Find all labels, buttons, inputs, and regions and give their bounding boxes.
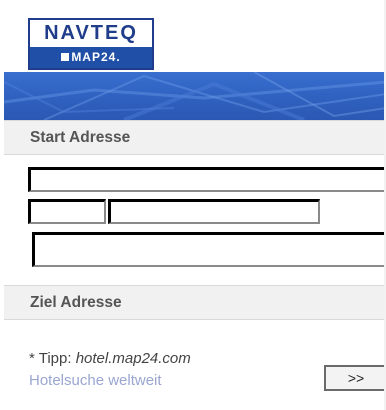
- hotel-search-link[interactable]: Hotelsuche weltweit: [29, 372, 162, 389]
- logo-square-icon: [61, 53, 70, 61]
- start-street-input[interactable]: [28, 167, 386, 192]
- header: NAVTEQ MAP24.: [4, 0, 386, 72]
- logo-sub-bar: MAP24.: [30, 47, 152, 68]
- header-graphic-band: [4, 72, 386, 120]
- dest-address-title: Ziel Adresse: [30, 294, 122, 311]
- road-lines-graphic: [4, 72, 386, 120]
- start-country-input[interactable]: [32, 232, 386, 267]
- tip-text: * Tipp: hotel.map24.com: [29, 350, 191, 367]
- start-address-form: [4, 155, 386, 285]
- logo-brand-text: NAVTEQ: [44, 22, 138, 44]
- start-zip-input[interactable]: [28, 199, 106, 224]
- start-city-input[interactable]: [108, 199, 320, 224]
- start-address-title: Start Adresse: [30, 129, 131, 146]
- logo-sub-text: MAP24.: [71, 50, 121, 64]
- navteq-map24-logo[interactable]: NAVTEQ MAP24.: [28, 18, 154, 70]
- tip-domain: hotel.map24.com: [75, 350, 191, 367]
- dest-address-section-header: Ziel Adresse: [4, 285, 386, 320]
- tip-prefix: * Tipp:: [29, 350, 76, 367]
- start-address-section-header: Start Adresse: [4, 120, 386, 155]
- submit-button[interactable]: >>: [324, 365, 386, 391]
